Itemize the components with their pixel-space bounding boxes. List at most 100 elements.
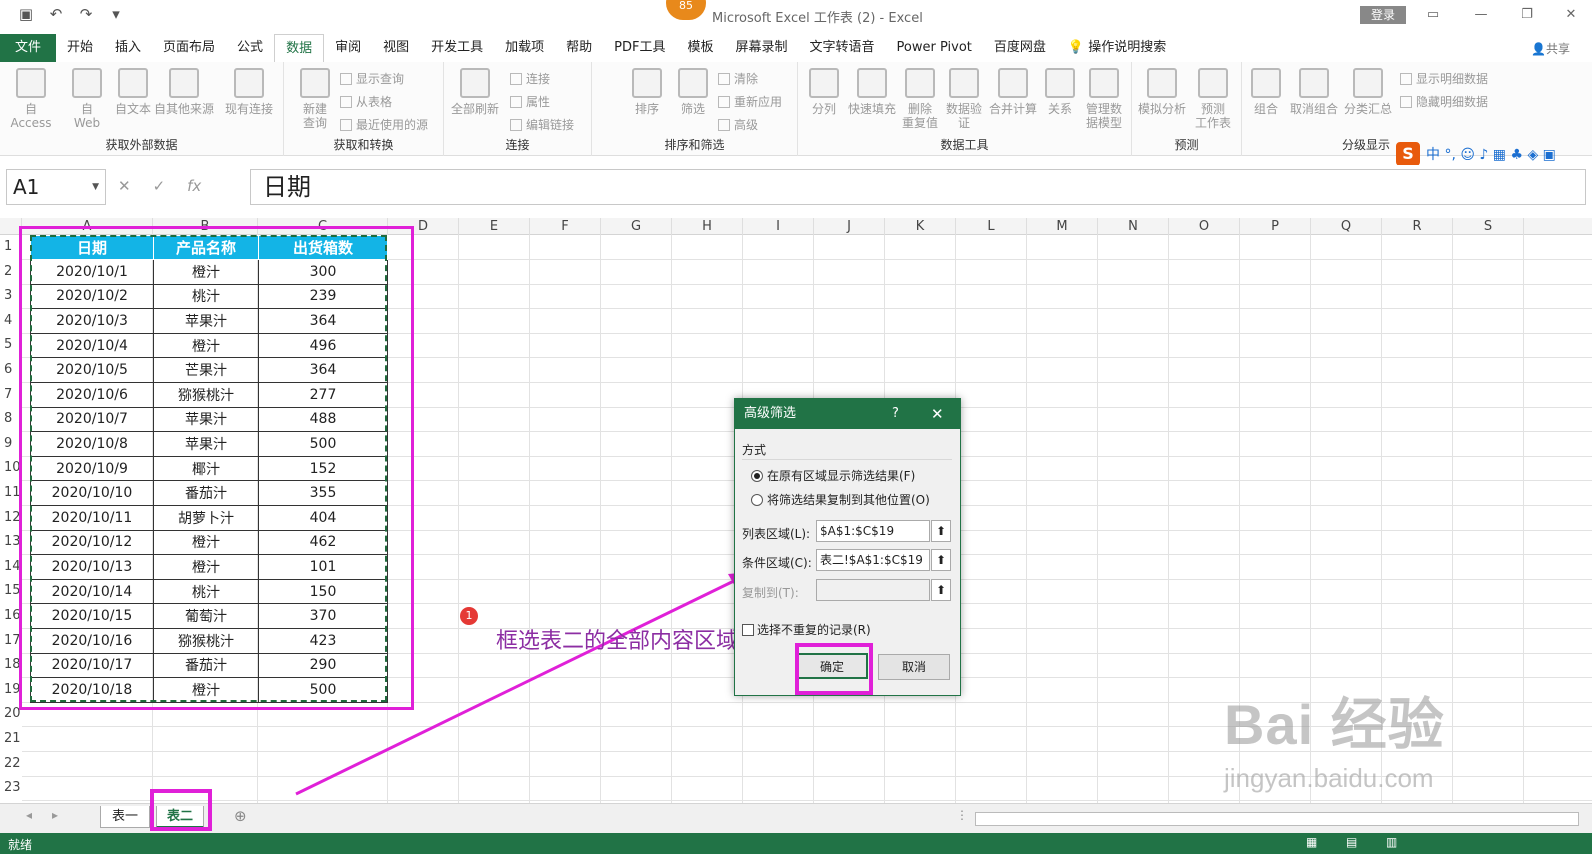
show-queries-button[interactable]: 显示查询	[340, 70, 404, 87]
list-range-input[interactable]: $A$1:$C$19	[816, 520, 930, 542]
column-header-j[interactable]: J	[814, 218, 885, 235]
subtotal-button[interactable]: 分类汇总	[1342, 68, 1394, 116]
show-detail-button[interactable]: 显示明细数据	[1400, 70, 1488, 87]
name-box[interactable]: A1 ▼	[6, 169, 106, 205]
from-text-button[interactable]: 自文本	[108, 68, 158, 116]
remove-duplicates-button[interactable]: 删除 重复值	[898, 68, 942, 130]
column-header-e[interactable]: E	[459, 218, 530, 235]
tab-formulas[interactable]: 公式	[226, 34, 274, 62]
page-layout-icon[interactable]: ▤	[1346, 835, 1357, 849]
existing-connections-button[interactable]: 现有连接	[224, 68, 274, 116]
close-window-icon[interactable]: ✕	[1562, 6, 1580, 24]
next-sheet-icon[interactable]: ▸	[52, 808, 58, 822]
login-button[interactable]: 登录	[1360, 6, 1406, 24]
radio-copy-elsewhere[interactable]: 将筛选结果复制到其他位置(O)	[751, 491, 930, 508]
tab-data[interactable]: 数据	[274, 34, 325, 62]
column-header-q[interactable]: Q	[1311, 218, 1382, 235]
cancel-button[interactable]: 取消	[878, 654, 950, 680]
tab-pdf[interactable]: PDF工具	[603, 34, 676, 62]
tab-addins[interactable]: 加载项	[494, 34, 555, 62]
column-header-i[interactable]: I	[743, 218, 814, 235]
from-other-sources-button[interactable]: 自其他来源	[152, 68, 216, 116]
criteria-range-input[interactable]: 表二!$A$1:$C$19	[816, 549, 930, 571]
page-break-icon[interactable]: ▥	[1386, 835, 1397, 849]
tab-view[interactable]: 视图	[372, 34, 420, 62]
column-header-f[interactable]: F	[530, 218, 601, 235]
what-if-button[interactable]: 模拟分析	[1136, 68, 1188, 116]
collapse-dialog-icon[interactable]: ⬆	[931, 549, 951, 571]
ungroup-button[interactable]: 取消组合	[1288, 68, 1340, 116]
column-header-s[interactable]: S	[1453, 218, 1524, 235]
row-header-21[interactable]: 21	[0, 727, 22, 751]
column-header-k[interactable]: K	[885, 218, 956, 235]
tab-home[interactable]: 开始	[56, 34, 104, 62]
column-header-p[interactable]: P	[1240, 218, 1311, 235]
prev-sheet-icon[interactable]: ◂	[26, 808, 32, 822]
filter-button[interactable]: 筛选	[668, 68, 718, 116]
tab-insert[interactable]: 插入	[104, 34, 152, 62]
tab-review[interactable]: 审阅	[324, 34, 372, 62]
insert-function-icon[interactable]: fx	[187, 177, 201, 195]
collapse-dialog-icon[interactable]: ⬆	[931, 579, 951, 601]
customize-qat-icon[interactable]: ▾	[108, 6, 124, 22]
hide-detail-button[interactable]: 隐藏明细数据	[1400, 93, 1488, 110]
tab-developer[interactable]: 开发工具	[420, 34, 494, 62]
tab-tts[interactable]: 文字转语音	[799, 34, 886, 62]
connections-button[interactable]: 连接	[510, 70, 550, 87]
copy-to-input[interactable]	[816, 579, 930, 601]
tab-page-layout[interactable]: 页面布局	[152, 34, 226, 62]
sheet-tab-1[interactable]: 表一	[100, 806, 150, 828]
tell-me-search[interactable]: 💡 操作说明搜索	[1057, 34, 1177, 62]
properties-button[interactable]: 属性	[510, 93, 550, 110]
consolidate-button[interactable]: 合并计算	[986, 68, 1040, 116]
data-validation-button[interactable]: 数据验 证	[942, 68, 986, 130]
clear-filter-button[interactable]: 清除	[718, 70, 758, 87]
tab-help[interactable]: 帮助	[555, 34, 603, 62]
column-header-g[interactable]: G	[601, 218, 672, 235]
tab-power-pivot[interactable]: Power Pivot	[886, 34, 983, 62]
collapse-dialog-icon[interactable]: ⬆	[931, 520, 951, 542]
reapply-button[interactable]: 重新应用	[718, 93, 782, 110]
recent-sources-button[interactable]: 最近使用的源	[340, 116, 428, 133]
tab-screen-record[interactable]: 屏幕录制	[725, 34, 799, 62]
horizontal-scrollbar[interactable]	[975, 812, 1579, 826]
confirm-entry-icon[interactable]: ✓	[153, 177, 166, 195]
restore-icon[interactable]: ❐	[1518, 6, 1536, 24]
radio-in-place[interactable]: 在原有区域显示筛选结果(F)	[751, 467, 915, 484]
column-header-n[interactable]: N	[1098, 218, 1169, 235]
unique-records-checkbox[interactable]: 选择不重复的记录(R)	[742, 621, 871, 638]
splitter-icon[interactable]: ⋮	[956, 808, 968, 822]
ribbon-display-icon[interactable]: ▭	[1424, 6, 1442, 24]
tab-templates[interactable]: 模板	[676, 34, 724, 62]
row-header-23[interactable]: 23	[0, 776, 22, 800]
advanced-filter-button[interactable]: 高级	[718, 116, 758, 133]
formula-input[interactable]: 日期	[250, 169, 1586, 205]
add-sheet-icon[interactable]: ⊕	[234, 807, 247, 825]
text-to-columns-button[interactable]: 分列	[804, 68, 844, 116]
row-header-22[interactable]: 22	[0, 752, 22, 776]
cancel-entry-icon[interactable]: ✕	[118, 177, 131, 195]
tab-file[interactable]: 文件	[0, 34, 56, 62]
relationships-button[interactable]: 关系	[1040, 68, 1080, 116]
share-button[interactable]: 👤共享	[1531, 40, 1570, 57]
refresh-all-button[interactable]: 全部刷新	[450, 68, 500, 116]
minimize-icon[interactable]: —	[1472, 6, 1490, 24]
new-query-button[interactable]: 新建 查询	[290, 68, 340, 130]
edit-links-button[interactable]: 编辑链接	[510, 116, 574, 133]
flash-fill-button[interactable]: 快速填充	[846, 68, 898, 116]
help-icon[interactable]: ?	[892, 399, 899, 429]
chevron-down-icon[interactable]: ▼	[92, 170, 99, 204]
from-table-button[interactable]: 从表格	[340, 93, 392, 110]
column-header-o[interactable]: O	[1169, 218, 1240, 235]
tab-baidu-netdisk[interactable]: 百度网盘	[983, 34, 1057, 62]
sogou-logo-icon[interactable]: S	[1396, 142, 1420, 166]
column-header-r[interactable]: R	[1382, 218, 1453, 235]
column-header-h[interactable]: H	[672, 218, 743, 235]
save-icon[interactable]: ▣	[18, 6, 34, 22]
close-icon[interactable]: ✕	[931, 399, 944, 429]
forecast-sheet-button[interactable]: 预测 工作表	[1188, 68, 1238, 130]
column-header-m[interactable]: M	[1027, 218, 1098, 235]
normal-view-icon[interactable]: ▦	[1306, 835, 1317, 849]
manage-data-model-button[interactable]: 管理数 据模型	[1080, 68, 1128, 130]
column-header-l[interactable]: L	[956, 218, 1027, 235]
